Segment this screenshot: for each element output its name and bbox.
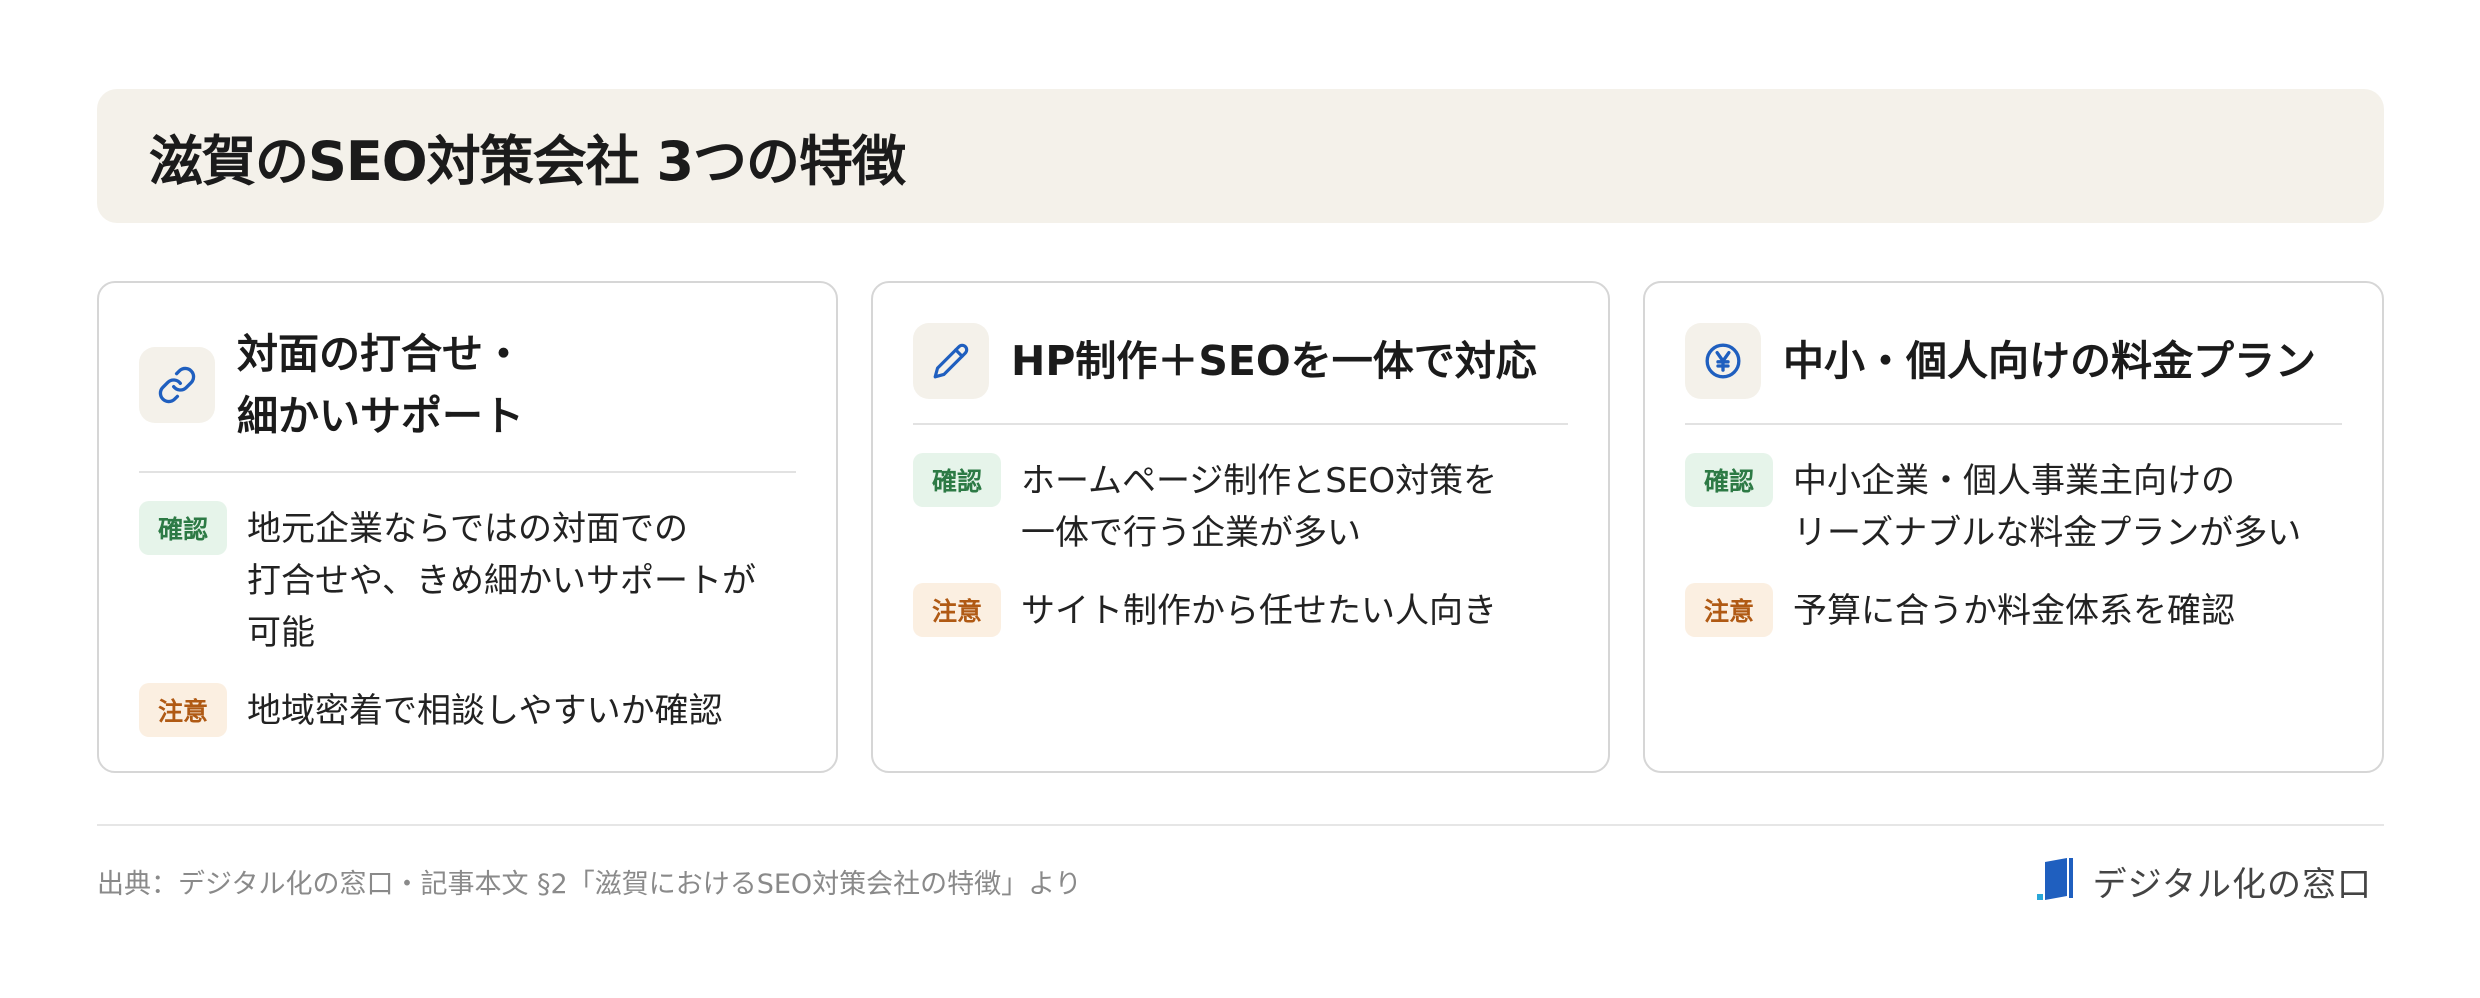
check-row: 確認 中小企業・個人事業主向けの リーズナブルな料金プランが多い <box>1685 453 2342 559</box>
link-icon <box>139 347 215 423</box>
row-text: 中小企業・個人事業主向けの リーズナブルな料金プランが多い <box>1793 461 2302 553</box>
caution-badge: 注意 <box>1685 583 1773 637</box>
logo-mark-icon <box>2036 856 2077 906</box>
feature-card-3: 中小・個人向けの料金プラン 確認 中小企業・個人事業主向けの リーズナブルな料金… <box>1643 281 2384 773</box>
confirm-badge: 確認 <box>1685 453 1773 507</box>
feature-card-1: 対面の打合せ・ 細かいサポート 確認 地元企業ならではの対面での 打合せや、きめ… <box>97 281 838 773</box>
check-row: 確認 ホームページ制作とSEO対策を 一体で行う企業が多い <box>913 453 1568 559</box>
card-title: 中小・個人向けの料金プラン <box>1783 337 2316 385</box>
caution-badge: 注意 <box>913 583 1001 637</box>
row-text: 予算に合うか料金体系を確認 <box>1793 591 2235 631</box>
source-note: 出典：デジタル化の窓口・記事本文 §2「滋賀におけるSEO対策会社の特徴」より <box>97 869 1082 900</box>
caution-row: 注意 サイト制作から任せたい人向き <box>913 583 1568 637</box>
header-banner: 滋賀のSEO対策会社 3つの特徴 <box>97 89 2384 223</box>
brand-logo: デジタル化の窓口 <box>2036 856 2372 906</box>
confirm-badge: 確認 <box>139 501 227 555</box>
brand-name: デジタル化の窓口 <box>2092 864 2372 905</box>
divider <box>1685 423 2342 425</box>
yen-icon <box>1685 323 1761 399</box>
check-row: 確認 地元企業ならではの対面での 打合せや、きめ細かいサポートが 可能 <box>139 501 796 659</box>
divider <box>139 471 796 473</box>
caution-badge: 注意 <box>139 683 227 737</box>
page-title: 滋賀のSEO対策会社 3つの特徴 <box>149 129 906 193</box>
caution-row: 注意 地域密着で相談しやすいか確認 <box>139 683 796 737</box>
row-text: サイト制作から任せたい人向き <box>1021 591 1497 631</box>
footer-divider <box>97 824 2384 826</box>
divider <box>913 423 1568 425</box>
row-text: ホームページ制作とSEO対策を 一体で行う企業が多い <box>1021 461 1498 553</box>
confirm-badge: 確認 <box>913 453 1001 507</box>
caution-row: 注意 予算に合うか料金体系を確認 <box>1685 583 2342 637</box>
pencil-icon <box>913 323 989 399</box>
row-text: 地域密着で相談しやすいか確認 <box>247 691 723 731</box>
row-text: 地元企業ならではの対面での 打合せや、きめ細かいサポートが 可能 <box>247 509 756 653</box>
card-title: HP制作＋SEOを一体で対応 <box>1011 337 1537 385</box>
card-title: 対面の打合せ・ 細かいサポート <box>237 330 524 440</box>
feature-card-2: HP制作＋SEOを一体で対応 確認 ホームページ制作とSEO対策を 一体で行う企… <box>871 281 1610 773</box>
